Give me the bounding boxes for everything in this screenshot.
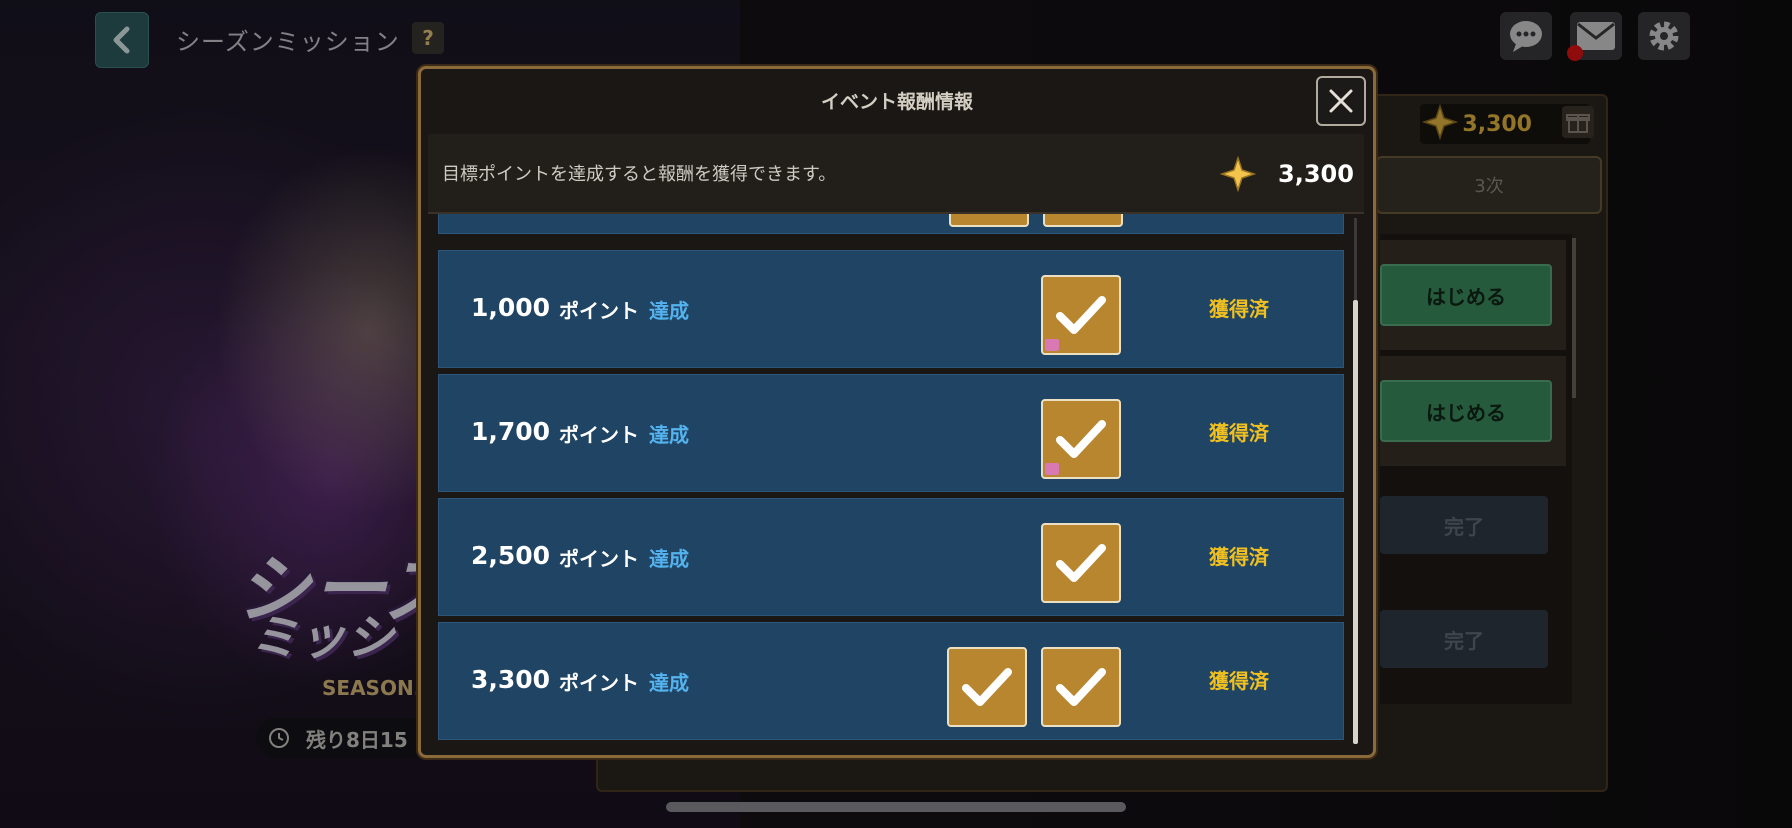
row-points: 1,700 <box>471 417 551 446</box>
reward-item[interactable] <box>1041 647 1121 727</box>
check-icon <box>1056 296 1106 334</box>
modal-current-points: 3,300 <box>1278 160 1354 188</box>
row-status: 達成 <box>649 671 689 695</box>
reward-item[interactable] <box>1043 214 1123 227</box>
check-icon <box>1056 420 1106 458</box>
row-label: ポイント <box>559 423 639 447</box>
check-icon <box>962 668 1012 706</box>
row-label: ポイント <box>559 671 639 695</box>
row-status: 達成 <box>649 423 689 447</box>
row-label: ポイント <box>559 299 639 323</box>
row-label: ポイント <box>559 547 639 571</box>
reward-item[interactable] <box>947 647 1027 727</box>
reward-item[interactable] <box>1041 399 1121 479</box>
reward-item[interactable] <box>949 214 1029 227</box>
claimed-label: 獲得済 <box>1209 669 1269 693</box>
row-points: 3,300 <box>471 665 551 694</box>
item-type-tag <box>1045 339 1059 351</box>
star-icon <box>1220 156 1256 192</box>
check-icon <box>1056 668 1106 706</box>
reward-row-partial <box>438 214 1344 234</box>
close-icon <box>1329 89 1353 113</box>
reward-row: 1,700 ポイント 達成 獲得済 <box>438 374 1344 492</box>
claimed-label: 獲得済 <box>1209 297 1269 321</box>
reward-item[interactable] <box>1041 523 1121 603</box>
claimed-label: 獲得済 <box>1209 421 1269 445</box>
home-indicator[interactable] <box>666 802 1126 812</box>
claimed-label: 獲得済 <box>1209 545 1269 569</box>
check-icon <box>1056 544 1106 582</box>
row-status: 達成 <box>649 547 689 571</box>
row-points: 1,000 <box>471 293 551 322</box>
reward-item[interactable] <box>1041 275 1121 355</box>
reward-list-scrollbar[interactable] <box>1353 300 1358 744</box>
close-button[interactable] <box>1316 76 1366 126</box>
reward-row: 1,000 ポイント 達成 獲得済 <box>438 250 1344 368</box>
reward-row: 3,300 ポイント 達成 獲得済 <box>438 622 1344 740</box>
modal-description: 目標ポイントを達成すると報酬を獲得できます。 <box>442 164 837 185</box>
row-points: 2,500 <box>471 541 551 570</box>
reward-row: 2,500 ポイント 達成 獲得済 <box>438 498 1344 616</box>
modal-title: イベント報酬情報 <box>820 91 973 113</box>
item-type-tag <box>1045 463 1059 475</box>
row-status: 達成 <box>649 299 689 323</box>
